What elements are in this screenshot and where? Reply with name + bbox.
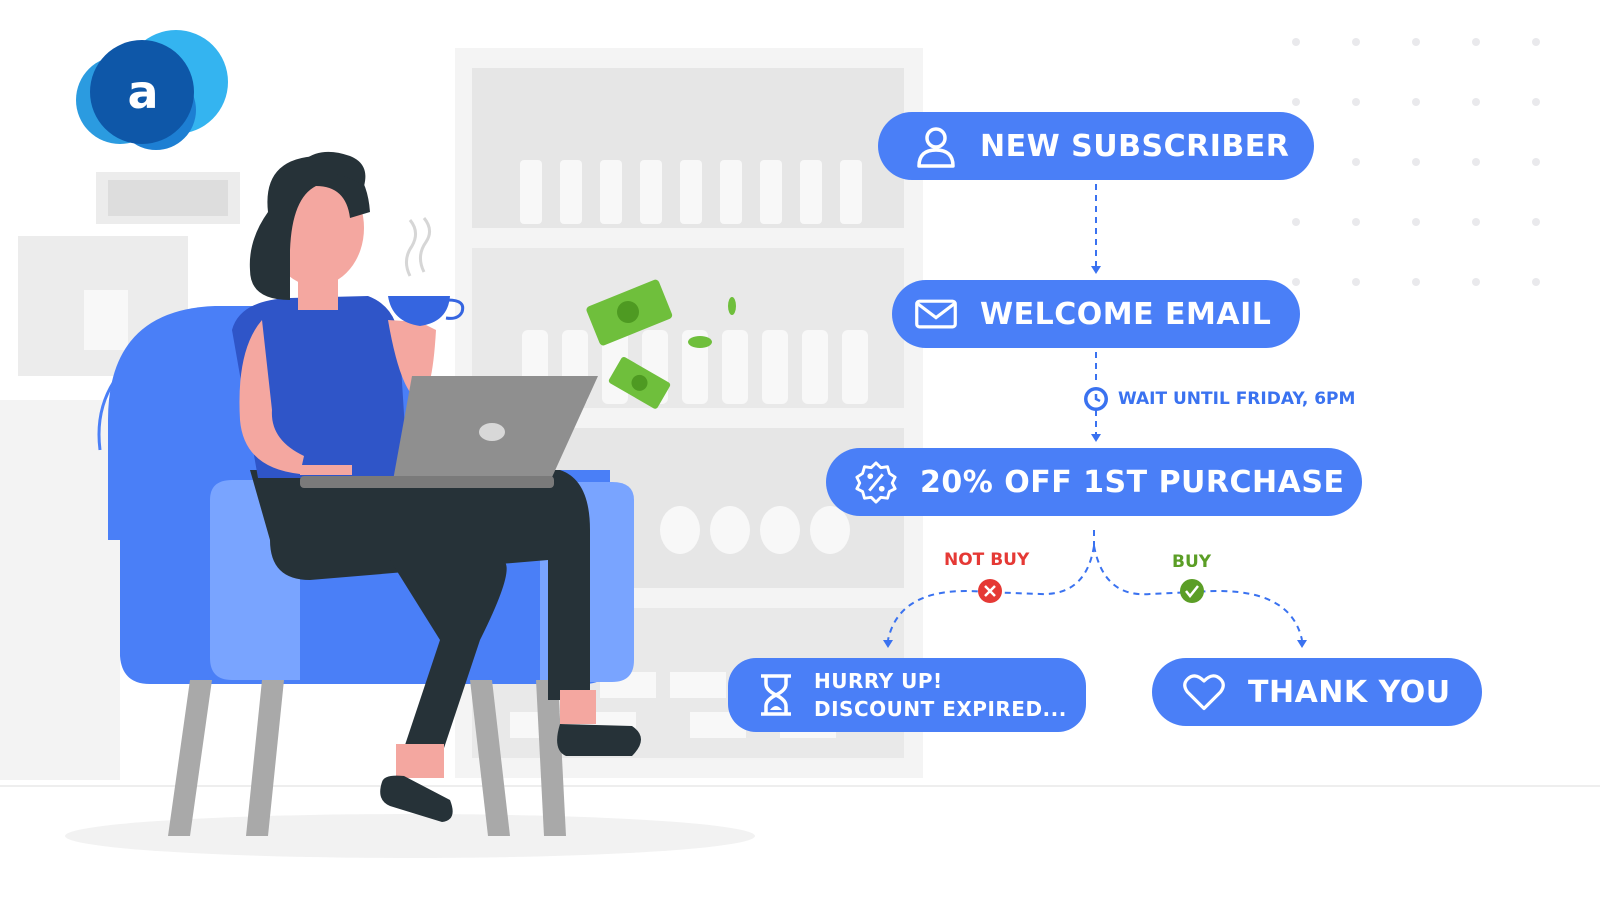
logo-letter: a	[127, 65, 159, 119]
wait-condition: WAIT UNTIL FRIDAY, 6PM	[1082, 385, 1355, 413]
flow-step-label: WELCOME EMAIL	[980, 296, 1272, 332]
flow-step-welcome-email: WELCOME EMAIL	[892, 280, 1300, 348]
hourglass-icon	[756, 673, 796, 717]
brand-logo: a	[118, 62, 168, 122]
outcome-line-2: DISCOUNT EXPIRED...	[814, 697, 1067, 721]
outcome-line-1: HURRY UP!	[814, 669, 943, 693]
flow-step-label: NEW SUBSCRIBER	[980, 128, 1290, 164]
illustration-scene	[0, 30, 1600, 858]
wait-label: WAIT UNTIL FRIDAY, 6PM	[1118, 389, 1356, 409]
percent-badge-icon	[854, 460, 898, 504]
flow-step-label: THANK YOU	[1248, 674, 1451, 710]
marketing-automation-illustration: a NEW SUBSCRIBER WELCOME EMAIL WAIT UNTI…	[0, 0, 1600, 900]
flow-step-label: 20% OFF 1ST PURCHASE	[920, 464, 1345, 500]
user-icon	[914, 124, 958, 168]
heart-icon	[1182, 670, 1226, 714]
branch-label-not-buy: NOT BUY	[944, 550, 1030, 570]
clock-icon	[1082, 385, 1110, 413]
flow-step-discount-offer: 20% OFF 1ST PURCHASE	[826, 448, 1362, 516]
flow-step-new-subscriber: NEW SUBSCRIBER	[878, 112, 1314, 180]
flow-outcome-discount-expired: HURRY UP! DISCOUNT EXPIRED...	[728, 658, 1086, 732]
check-circle-icon	[1180, 579, 1204, 603]
branch-label-buy: BUY	[1172, 552, 1212, 572]
flow-outcome-thank-you: THANK YOU	[1152, 658, 1482, 726]
envelope-icon	[914, 292, 958, 336]
